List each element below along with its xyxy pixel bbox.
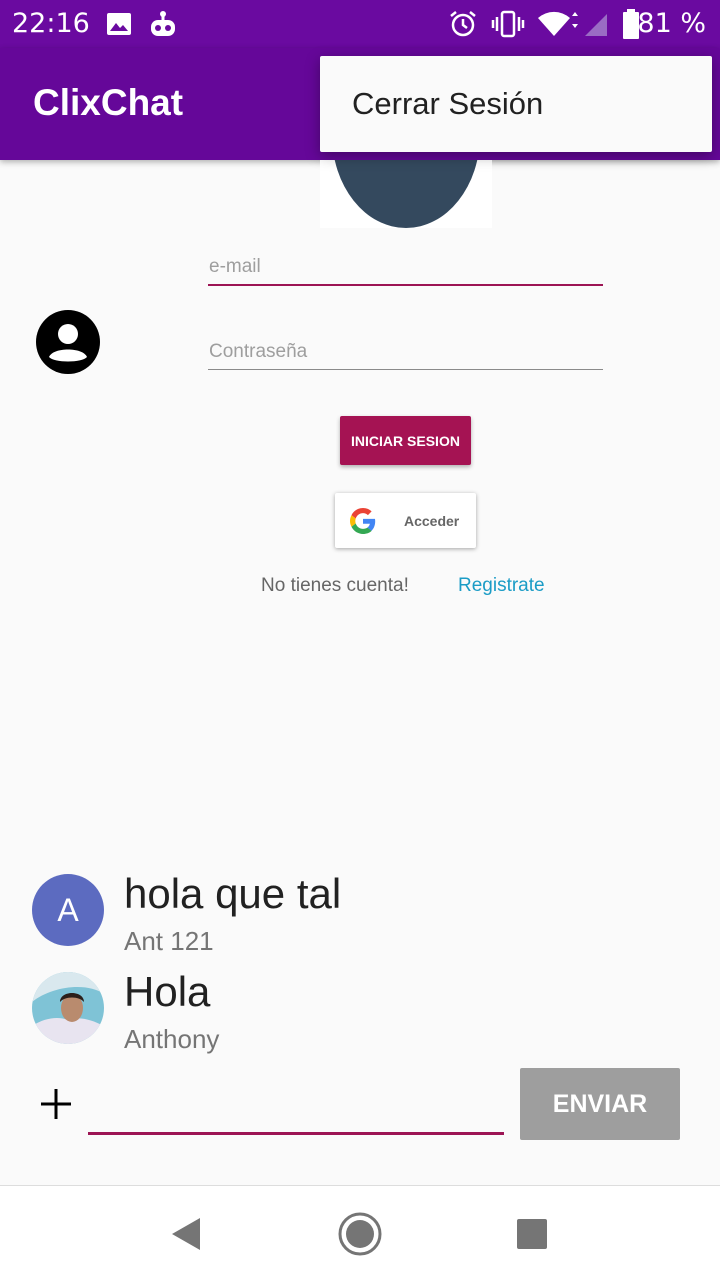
battery-percent: 81 % — [637, 8, 706, 39]
list-item: Hola Anthony — [32, 968, 632, 1058]
list-item: A hola que tal Ant 121 — [32, 870, 632, 960]
alarm-icon — [450, 11, 476, 37]
wifi-icon — [538, 11, 578, 37]
message-text: hola que tal — [124, 870, 342, 917]
vibrate-icon — [491, 10, 525, 38]
message-username: Anthony — [124, 1024, 220, 1054]
image-icon — [107, 13, 131, 35]
avatar — [32, 972, 104, 1044]
google-signin-button[interactable]: Acceder — [335, 493, 476, 548]
message-text: Hola — [124, 968, 211, 1015]
message-input[interactable] — [88, 1084, 504, 1132]
app-title: ClixChat — [33, 82, 184, 123]
overflow-menu: Cerrar Sesión — [320, 56, 712, 152]
google-signin-label: Acceder — [404, 513, 460, 529]
message-field[interactable] — [88, 1084, 504, 1135]
status-bar: 22:16 81 % — [0, 0, 720, 48]
google-icon — [350, 508, 376, 534]
email-input[interactable] — [208, 250, 603, 284]
logo-circle — [332, 160, 480, 228]
login-button[interactable]: INICIAR SESION — [340, 416, 471, 465]
message-username: Ant 121 — [124, 926, 214, 956]
menu-item-logout[interactable]: Cerrar Sesión — [352, 86, 543, 122]
navigation-bar — [0, 1185, 720, 1280]
email-field[interactable] — [208, 250, 603, 286]
avatar: A — [32, 874, 104, 946]
plus-icon[interactable] — [38, 1083, 74, 1125]
send-button[interactable]: ENVIAR — [520, 1068, 680, 1140]
no-account-text: No tienes cuenta! — [261, 575, 409, 596]
password-field[interactable] — [208, 334, 603, 370]
status-time: 22:16 — [12, 8, 90, 39]
home-icon[interactable] — [336, 1210, 384, 1258]
register-link[interactable]: Registrate — [458, 575, 545, 597]
signal-icon — [585, 14, 607, 36]
recents-icon[interactable] — [508, 1210, 556, 1258]
app-logo — [320, 160, 492, 228]
back-icon[interactable] — [164, 1210, 212, 1258]
password-input[interactable] — [208, 334, 603, 369]
robot-icon — [151, 11, 175, 36]
account-circle-icon — [36, 310, 100, 374]
